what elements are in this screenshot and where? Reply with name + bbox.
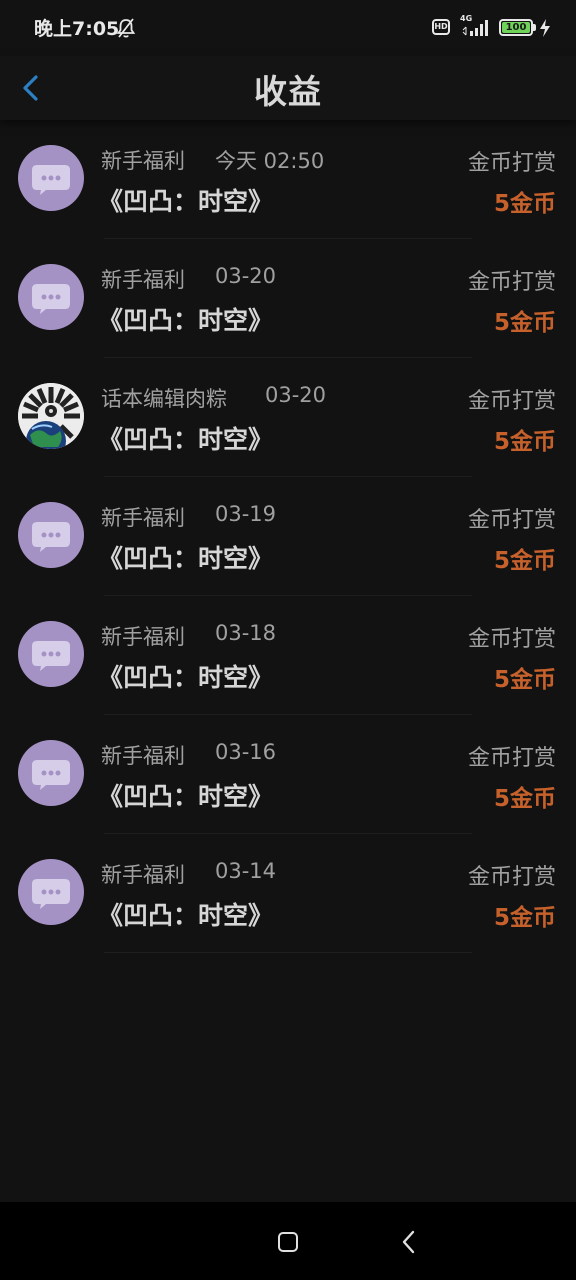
chat-bubble-avatar[interactable] <box>18 264 84 330</box>
earth-icon <box>18 383 84 449</box>
back-arrow-icon[interactable] <box>397 1228 421 1256</box>
record-date: 今天 02:50 <box>215 149 325 173</box>
list-item[interactable]: 新手福利 03-14 《凹凸：时空》 金币打赏 5金币 <box>0 834 576 953</box>
header: 收益 <box>0 56 576 120</box>
record-type: 金币打赏 <box>467 389 556 414</box>
record-book: 《凹凸：时空》 <box>98 306 274 335</box>
divider <box>104 952 472 953</box>
chat-bubble-avatar[interactable] <box>18 740 84 806</box>
record-date: 03-20 <box>215 264 277 288</box>
hd-badge: HD <box>432 19 450 35</box>
record-date: 03-16 <box>215 740 277 764</box>
system-nav-bar <box>0 1202 576 1280</box>
chat-bubble-icon <box>32 284 70 314</box>
record-book: 《凹凸：时空》 <box>98 782 274 811</box>
record-book: 《凹凸：时空》 <box>98 425 274 454</box>
list-item[interactable]: 新手福利 03-20 《凹凸：时空》 金币打赏 5金币 <box>0 239 576 358</box>
record-amount: 5金币 <box>493 667 556 693</box>
record-date: 03-14 <box>215 859 277 883</box>
record-source: 新手福利 <box>101 744 185 768</box>
record-book: 《凹凸：时空》 <box>98 901 274 930</box>
record-source: 新手福利 <box>101 149 185 173</box>
square-home-icon[interactable] <box>276 1230 300 1254</box>
chat-bubble-icon <box>32 879 70 909</box>
status-time: 晚上7:05 <box>34 18 120 40</box>
record-type: 金币打赏 <box>467 508 556 533</box>
record-amount: 5金币 <box>493 548 556 574</box>
chat-bubble-avatar[interactable] <box>18 145 84 211</box>
list-item[interactable]: 新手福利 03-16 《凹凸：时空》 金币打赏 5金币 <box>0 715 576 834</box>
record-source: 新手福利 <box>101 268 185 292</box>
record-amount: 5金币 <box>493 905 556 931</box>
list-item[interactable]: 新手福利 03-18 《凹凸：时空》 金币打赏 5金币 <box>0 596 576 715</box>
signal-icon <box>462 20 488 36</box>
record-type: 金币打赏 <box>467 151 556 176</box>
page-title: 收益 <box>254 72 322 111</box>
list-item[interactable]: 新手福利 今天 02:50 《凹凸：时空》 金币打赏 5金币 <box>0 120 576 239</box>
chat-bubble-avatar[interactable] <box>18 621 84 687</box>
list-item[interactable]: 新手福利 03-19 《凹凸：时空》 金币打赏 5金币 <box>0 477 576 596</box>
earnings-list: 新手福利 今天 02:50 《凹凸：时空》 金币打赏 5金币 新手福利 03-2… <box>0 120 576 953</box>
status-bar: 晚上7:05 HD 4G 100 <box>0 0 576 56</box>
record-amount: 5金币 <box>493 191 556 217</box>
record-type: 金币打赏 <box>467 865 556 890</box>
record-type: 金币打赏 <box>467 746 556 771</box>
record-book: 《凹凸：时空》 <box>98 187 274 216</box>
record-source: 新手福利 <box>101 625 185 649</box>
record-source: 新手福利 <box>101 863 185 887</box>
bell-off-icon <box>116 18 136 38</box>
earth-avatar[interactable] <box>18 383 84 449</box>
chat-bubble-icon <box>32 165 70 195</box>
chat-bubble-icon <box>32 641 70 671</box>
record-source: 话本编辑肉粽 <box>101 387 227 411</box>
battery-level: 100 <box>502 22 530 33</box>
record-source: 新手福利 <box>101 506 185 530</box>
record-type: 金币打赏 <box>467 627 556 652</box>
record-date: 03-20 <box>265 383 327 407</box>
record-type: 金币打赏 <box>467 270 556 295</box>
list-item[interactable]: 话本编辑肉粽 03-20 《凹凸：时空》 金币打赏 5金币 <box>0 358 576 477</box>
charging-icon <box>540 19 550 37</box>
record-date: 03-18 <box>215 621 277 645</box>
chat-bubble-avatar[interactable] <box>18 502 84 568</box>
chat-bubble-avatar[interactable] <box>18 859 84 925</box>
record-date: 03-19 <box>215 502 277 526</box>
record-amount: 5金币 <box>493 310 556 336</box>
battery-icon: 100 <box>499 19 533 36</box>
chat-bubble-icon <box>32 522 70 552</box>
record-book: 《凹凸：时空》 <box>98 663 274 692</box>
battery-tip <box>533 24 536 31</box>
record-book: 《凹凸：时空》 <box>98 544 274 573</box>
record-amount: 5金币 <box>493 786 556 812</box>
chat-bubble-icon <box>32 760 70 790</box>
record-amount: 5金币 <box>493 429 556 455</box>
